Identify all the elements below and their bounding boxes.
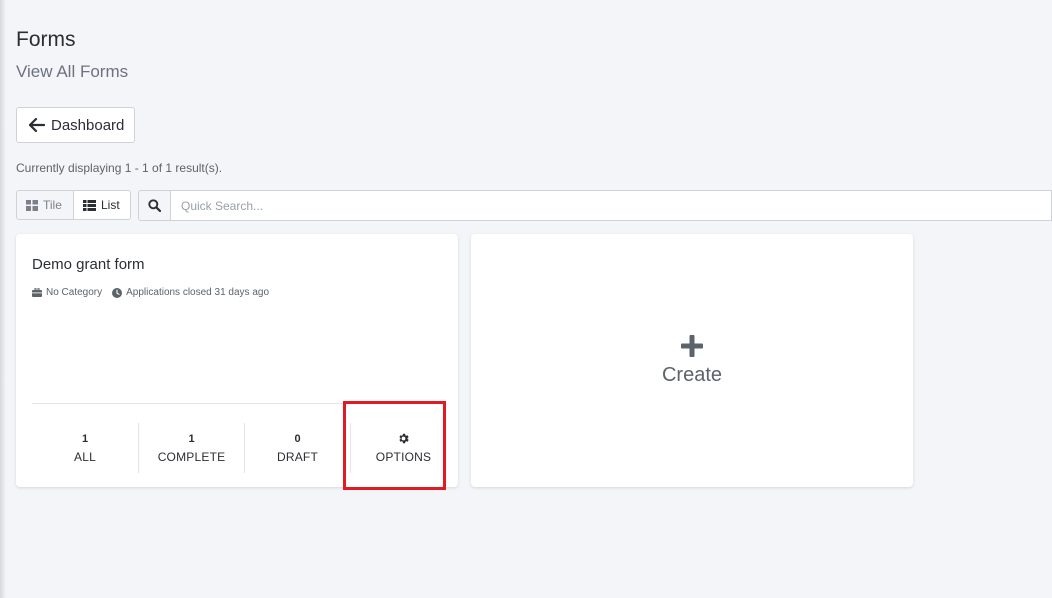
- stats-divider: [32, 403, 442, 404]
- stat-draft-value: 0: [294, 432, 301, 445]
- sidebar-edge: [0, 0, 6, 598]
- options-label: OPTIONS: [375, 450, 432, 464]
- search-bar: [138, 190, 1052, 221]
- stat-all[interactable]: 1 ALL: [32, 423, 138, 473]
- list-view-button[interactable]: List: [74, 190, 131, 220]
- dashboard-back-button[interactable]: Dashboard: [16, 107, 135, 143]
- form-status-label: Applications closed 31 days ago: [126, 287, 270, 298]
- form-status: Applications closed 31 days ago: [112, 287, 269, 298]
- page-subtitle: View All Forms: [16, 62, 129, 81]
- arrow-left-icon: [29, 118, 45, 132]
- stat-complete-value: 1: [188, 432, 195, 445]
- create-form-card[interactable]: Create: [471, 234, 913, 487]
- search-button[interactable]: [138, 190, 171, 221]
- create-label: Create: [661, 364, 723, 386]
- clock-icon: [112, 287, 123, 298]
- gear-icon: [399, 433, 409, 444]
- plus-icon: [681, 335, 703, 357]
- form-card[interactable]: Demo grant form No Category Applications…: [16, 234, 458, 487]
- stat-complete[interactable]: 1 COMPLETE: [138, 423, 244, 473]
- form-category: No Category: [32, 287, 102, 298]
- form-meta: No Category Applications closed 31 days …: [32, 287, 279, 298]
- form-stats: 1 ALL 1 COMPLETE 0 DRAFT OPTIONS: [32, 423, 456, 473]
- stat-draft-label: DRAFT: [277, 449, 318, 464]
- form-category-label: No Category: [46, 287, 103, 298]
- briefcase-icon: [32, 288, 42, 297]
- grid-icon: [26, 199, 38, 211]
- dashboard-back-label: Dashboard: [51, 116, 125, 134]
- page-title: Forms: [16, 28, 76, 51]
- form-title: Demo grant form: [32, 256, 145, 273]
- search-input[interactable]: [171, 190, 1052, 221]
- search-icon: [148, 199, 161, 212]
- stat-complete-label: COMPLETE: [157, 449, 226, 464]
- list-icon: [83, 199, 96, 211]
- stat-all-value: 1: [81, 432, 89, 445]
- options-button[interactable]: OPTIONS: [350, 423, 456, 473]
- view-toggle: Tile List: [16, 190, 131, 220]
- result-count: Currently displaying 1 - 1 of 1 result(s…: [16, 161, 223, 175]
- tile-view-label: Tile: [43, 198, 62, 212]
- tile-view-button[interactable]: Tile: [16, 190, 74, 220]
- stat-all-label: ALL: [74, 449, 96, 464]
- list-view-label: List: [101, 198, 120, 212]
- stat-draft[interactable]: 0 DRAFT: [244, 423, 350, 473]
